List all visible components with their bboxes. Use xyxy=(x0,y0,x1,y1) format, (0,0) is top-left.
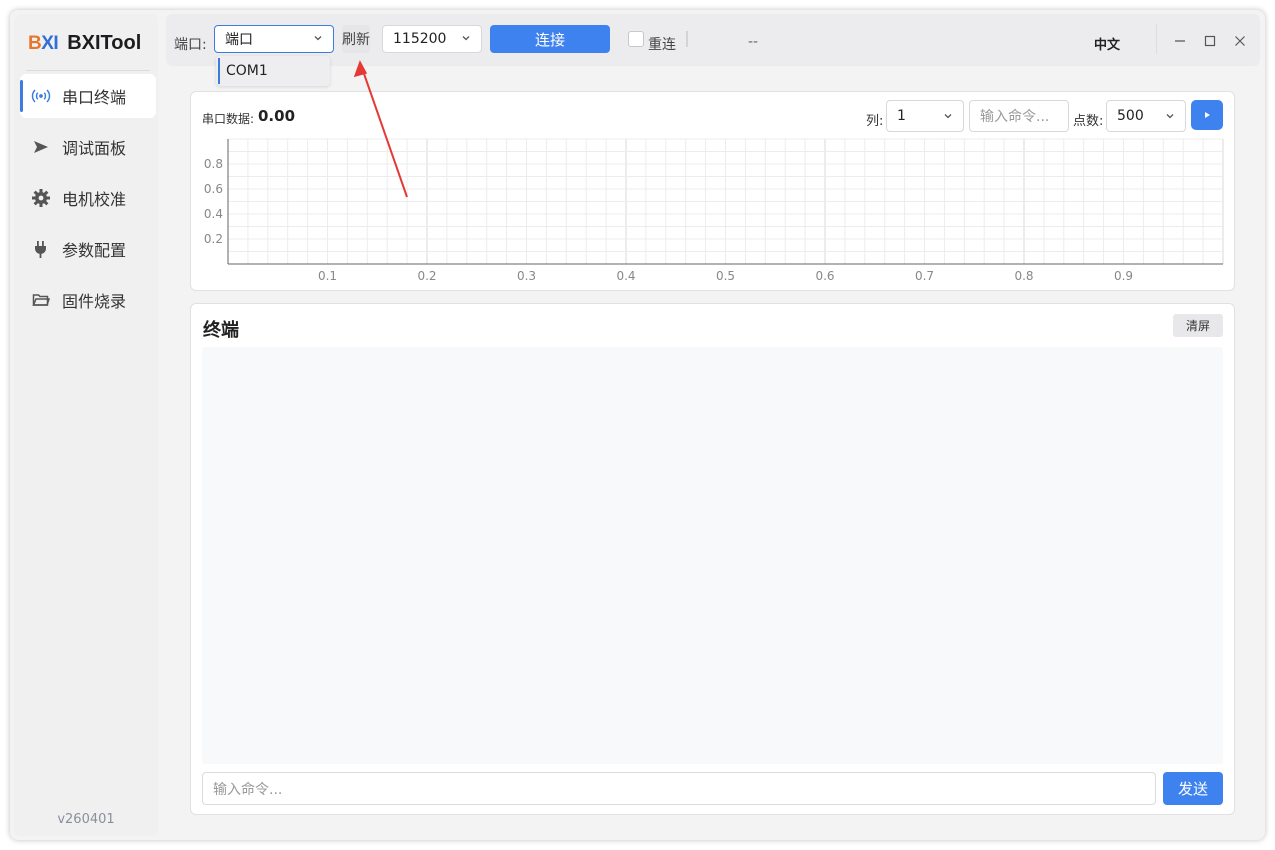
close-icon[interactable] xyxy=(1233,34,1247,48)
terminal-title: 终端 xyxy=(203,320,239,341)
y-tick-label: 0.8 xyxy=(204,157,223,171)
sidebar-nav: 串口终端 调试面板 电机校准 参数配置 固件烧录 xyxy=(20,74,156,329)
x-tick-label: 0.1 xyxy=(318,269,337,283)
x-tick-label: 0.6 xyxy=(815,269,834,283)
x-tick-label: 0.7 xyxy=(915,269,934,283)
toolbar: 端口: 端口 刷新 115200 连接 重连 -- 中文 xyxy=(166,14,1260,66)
chevron-down-icon xyxy=(462,36,470,41)
reconnect-label: 重连 xyxy=(648,37,676,53)
language-toggle[interactable]: 中文 xyxy=(1094,34,1120,53)
reconnect-checkbox[interactable] xyxy=(628,31,644,47)
serial-data-chart: 0.1 0.2 0.3 0.4 0.5 0.6 0.7 0.8 0.9 0.2 0.4 0.6 0.8 xyxy=(204,138,1224,283)
app-window: BXI BXITool 串口终端 调试面板 电机校准 参数配置 固件烧录 v26… xyxy=(10,10,1265,840)
app-version: v260401 xyxy=(57,812,115,827)
send-button[interactable]: 发送 xyxy=(1163,772,1223,805)
sidebar-item-motor-calibration[interactable]: 电机校准 xyxy=(20,176,156,220)
serial-chart-panel: 串口数据: 0.00 列: 1 输入命令... 点数: 500 0.1 0.2 0.… xyxy=(190,91,1235,291)
port-select-value: 端口 xyxy=(225,32,253,48)
x-tick-label: 0.5 xyxy=(716,269,735,283)
port-label: 端口: xyxy=(174,37,207,53)
folder-icon xyxy=(30,289,52,311)
sidebar-item-label: 参数配置 xyxy=(62,241,127,260)
app-name: BXITool xyxy=(67,32,142,54)
x-tick-label: 0.9 xyxy=(1114,269,1133,283)
port-option[interactable]: COM1 xyxy=(218,58,328,84)
window-controls-divider xyxy=(1156,24,1157,54)
port-dropdown: COM1 xyxy=(216,56,330,86)
logo-b: B xyxy=(28,32,42,54)
signal-icon xyxy=(30,85,52,107)
y-tick-label: 0.2 xyxy=(204,232,223,246)
logo-xi: XI xyxy=(41,32,59,54)
gear-icon xyxy=(30,187,52,209)
terminal-panel: 终端 清屏 输入命令... 发送 xyxy=(190,303,1235,815)
baud-rate-value: 115200 xyxy=(393,31,447,47)
brand-divider xyxy=(26,70,150,71)
baud-rate-select[interactable]: 115200 xyxy=(382,25,482,53)
x-tick-label: 0.8 xyxy=(1014,269,1033,283)
brand-logo: BXI xyxy=(28,32,59,55)
y-tick-label: 0.4 xyxy=(204,207,223,221)
maximize-icon[interactable] xyxy=(1203,34,1217,48)
sidebar-item-parameter-config[interactable]: 参数配置 xyxy=(20,227,156,271)
x-tick-label: 0.3 xyxy=(517,269,536,283)
x-tick-label: 0.2 xyxy=(417,269,436,283)
sidebar-item-label: 电机校准 xyxy=(62,190,127,209)
plug-icon xyxy=(30,238,52,260)
connect-button[interactable]: 连接 xyxy=(490,25,610,53)
send-icon xyxy=(30,136,52,158)
sidebar-item-label: 调试面板 xyxy=(62,139,127,158)
sidebar-item-label: 串口终端 xyxy=(62,88,127,107)
sidebar-item-firmware-flash[interactable]: 固件烧录 xyxy=(20,278,156,322)
connection-status: -- xyxy=(748,34,759,50)
clear-screen-button[interactable]: 清屏 xyxy=(1173,314,1223,337)
x-tick-label: 0.4 xyxy=(616,269,635,283)
sidebar-item-serial-terminal[interactable]: 串口终端 xyxy=(20,74,156,118)
chevron-down-icon xyxy=(314,36,322,41)
sidebar: BXI BXITool 串口终端 调试面板 电机校准 参数配置 固件烧录 v26… xyxy=(14,14,158,836)
terminal-output[interactable] xyxy=(202,347,1223,764)
y-tick-label: 0.6 xyxy=(204,182,223,196)
terminal-command-input[interactable]: 输入命令... xyxy=(202,772,1156,805)
sidebar-item-label: 固件烧录 xyxy=(62,292,127,311)
brand: BXI BXITool xyxy=(28,32,141,55)
port-select[interactable]: 端口 xyxy=(214,25,334,53)
minimize-icon[interactable] xyxy=(1173,34,1187,48)
refresh-button[interactable]: 刷新 xyxy=(342,25,370,53)
toolbar-divider xyxy=(686,31,688,47)
sidebar-item-debug-panel[interactable]: 调试面板 xyxy=(20,125,156,169)
